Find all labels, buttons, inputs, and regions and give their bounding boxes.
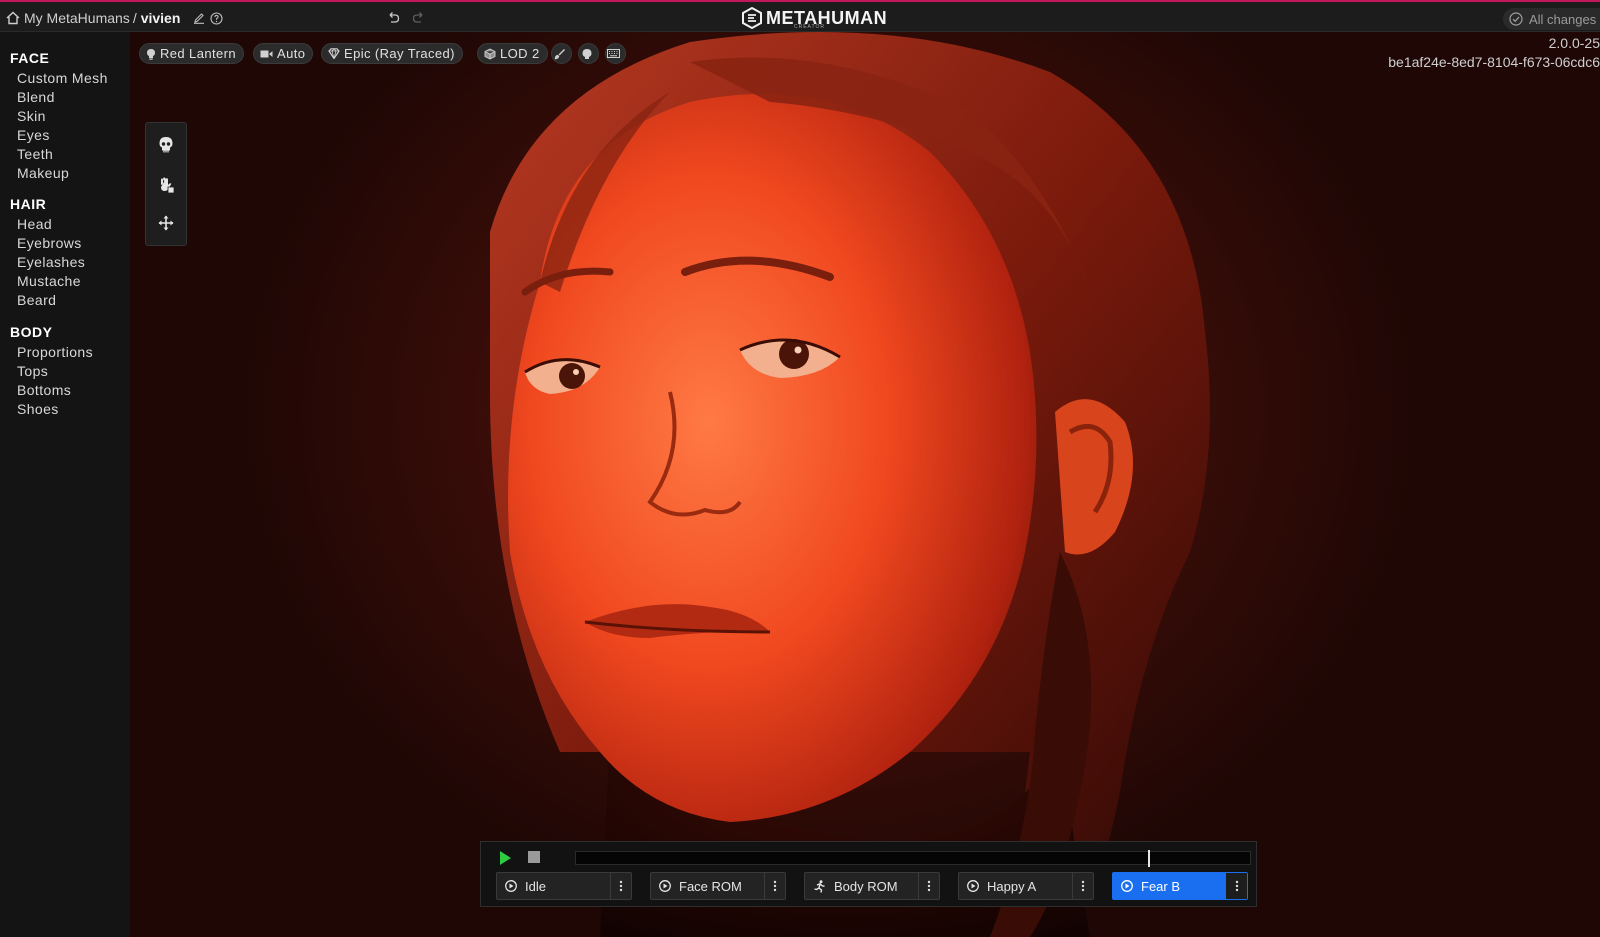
lod-selector[interactable]: LOD 2 <box>477 43 548 64</box>
version-label: 2.0.0-25 <box>1548 35 1600 51</box>
sidebar-item-mustache[interactable]: Mustache <box>17 273 81 289</box>
sidebar: FACE Custom Mesh Blend Skin Eyes Teeth M… <box>0 32 130 937</box>
sidebar-item-teeth[interactable]: Teeth <box>17 146 53 162</box>
sidebar-item-makeup[interactable]: Makeup <box>17 165 69 181</box>
keyboard-icon <box>607 49 620 58</box>
move-icon[interactable] <box>156 213 176 233</box>
sidebar-item-bottoms[interactable]: Bottoms <box>17 382 71 398</box>
breadcrumb: My MetaHumans / vivien <box>6 8 223 28</box>
lighting-selector[interactable]: Red Lantern <box>139 43 244 64</box>
sidebar-item-shoes[interactable]: Shoes <box>17 401 59 417</box>
face-play-icon <box>659 880 671 892</box>
running-figure-icon <box>814 879 825 893</box>
play-icon <box>500 851 511 865</box>
stop-button[interactable] <box>528 851 540 863</box>
breadcrumb-parent[interactable]: My MetaHumans <box>24 10 130 26</box>
brand-subtitle: CREATOR <box>794 24 825 30</box>
clip-more-icon[interactable] <box>1226 873 1247 899</box>
face-play-icon <box>967 880 979 892</box>
sidebar-item-custom-mesh[interactable]: Custom Mesh <box>17 70 108 86</box>
metahuman-logo-icon <box>742 7 762 29</box>
clip-more-icon[interactable] <box>764 873 785 899</box>
keyboard-shortcuts-button[interactable] <box>605 43 626 64</box>
timeline-scrubber[interactable] <box>575 850 1251 867</box>
clip-select[interactable]: Idle <box>497 873 610 899</box>
camera-icon <box>260 50 273 57</box>
timeline-playhead[interactable] <box>1148 850 1150 867</box>
clip-more-icon[interactable] <box>1072 873 1093 899</box>
animation-clip-idle[interactable]: Idle <box>496 872 632 900</box>
quality-selector[interactable]: Epic (Ray Traced) <box>321 43 463 64</box>
animation-clip-body-rom[interactable]: Body ROM <box>804 872 940 900</box>
lighting-label: Red Lantern <box>160 46 236 61</box>
face-play-icon <box>1121 880 1133 892</box>
animation-panel: Idle Face ROM Body ROM Happy A Fear B <box>480 841 1257 907</box>
pencil-icon[interactable] <box>193 12 205 24</box>
clip-select[interactable]: Happy A <box>959 873 1072 899</box>
clip-label: Fear B <box>1141 878 1181 894</box>
clip-label: Face ROM <box>679 878 742 894</box>
sidebar-item-beard[interactable]: Beard <box>17 292 56 308</box>
section-body: BODY <box>10 324 53 340</box>
clip-label: Idle <box>525 878 546 894</box>
clip-more-icon[interactable] <box>610 873 631 899</box>
cube-icon <box>484 47 496 60</box>
clip-more-icon[interactable] <box>918 873 939 899</box>
metahuman-character-render[interactable] <box>130 32 1600 937</box>
breadcrumb-separator: / <box>132 10 137 26</box>
animation-clip-face-rom[interactable]: Face ROM <box>650 872 786 900</box>
brand-name: METAHUMAN <box>766 7 888 28</box>
clip-select[interactable]: Body ROM <box>805 873 918 899</box>
head-icon <box>582 48 591 59</box>
sidebar-item-skin[interactable]: Skin <box>17 108 46 124</box>
light-bulb-icon <box>147 48 155 60</box>
play-button[interactable] <box>496 849 514 867</box>
sidebar-item-tops[interactable]: Tops <box>17 363 48 379</box>
animation-clip-fear-b[interactable]: Fear B <box>1112 872 1248 900</box>
top-bar: My MetaHumans / vivien METAHUMAN CREATOR… <box>0 0 1600 32</box>
help-circle-icon[interactable] <box>210 11 223 25</box>
home-icon[interactable] <box>6 11 20 25</box>
camera-selector[interactable]: Auto <box>253 43 314 64</box>
viewport-tool-panel <box>145 122 187 246</box>
brush-icon <box>554 48 565 59</box>
quality-label: Epic (Ray Traced) <box>344 46 455 61</box>
head-view-button[interactable] <box>578 43 599 64</box>
check-circle-icon <box>1509 12 1523 26</box>
sidebar-item-proportions[interactable]: Proportions <box>17 344 93 360</box>
clip-label: Happy A <box>987 878 1037 894</box>
redo-icon[interactable] <box>411 10 427 26</box>
asset-guid: be1af24e-8ed7-8104-f673-06cdc6 <box>1388 54 1600 70</box>
face-play-icon <box>505 880 517 892</box>
clip-label: Body ROM <box>834 878 898 894</box>
sidebar-item-head[interactable]: Head <box>17 216 52 232</box>
lod-label: LOD 2 <box>500 46 540 61</box>
skull-tool-icon[interactable] <box>156 135 176 155</box>
section-hair: HAIR <box>10 196 47 212</box>
breadcrumb-current: vivien <box>140 10 181 26</box>
clip-select[interactable]: Fear B <box>1113 873 1226 899</box>
diamond-icon <box>328 48 340 59</box>
undo-icon[interactable] <box>385 10 401 26</box>
save-status-badge: All changes saved <box>1503 8 1600 30</box>
sidebar-item-eyebrows[interactable]: Eyebrows <box>17 235 82 251</box>
metahuman-logo: METAHUMAN CREATOR <box>742 7 888 30</box>
sidebar-item-eyes[interactable]: Eyes <box>17 127 50 143</box>
clip-select[interactable]: Face ROM <box>651 873 764 899</box>
save-status-text: All changes saved <box>1529 11 1600 27</box>
sidebar-item-eyelashes[interactable]: Eyelashes <box>17 254 85 270</box>
brush-tool-button[interactable] <box>551 43 572 64</box>
sculpt-hand-icon[interactable] <box>156 175 176 195</box>
viewport[interactable]: Red Lantern Auto Epic (Ray Traced) LOD 2… <box>130 32 1600 937</box>
camera-label: Auto <box>277 46 306 61</box>
animation-clip-happy-a[interactable]: Happy A <box>958 872 1094 900</box>
section-face: FACE <box>10 50 50 66</box>
sidebar-item-blend[interactable]: Blend <box>17 89 55 105</box>
